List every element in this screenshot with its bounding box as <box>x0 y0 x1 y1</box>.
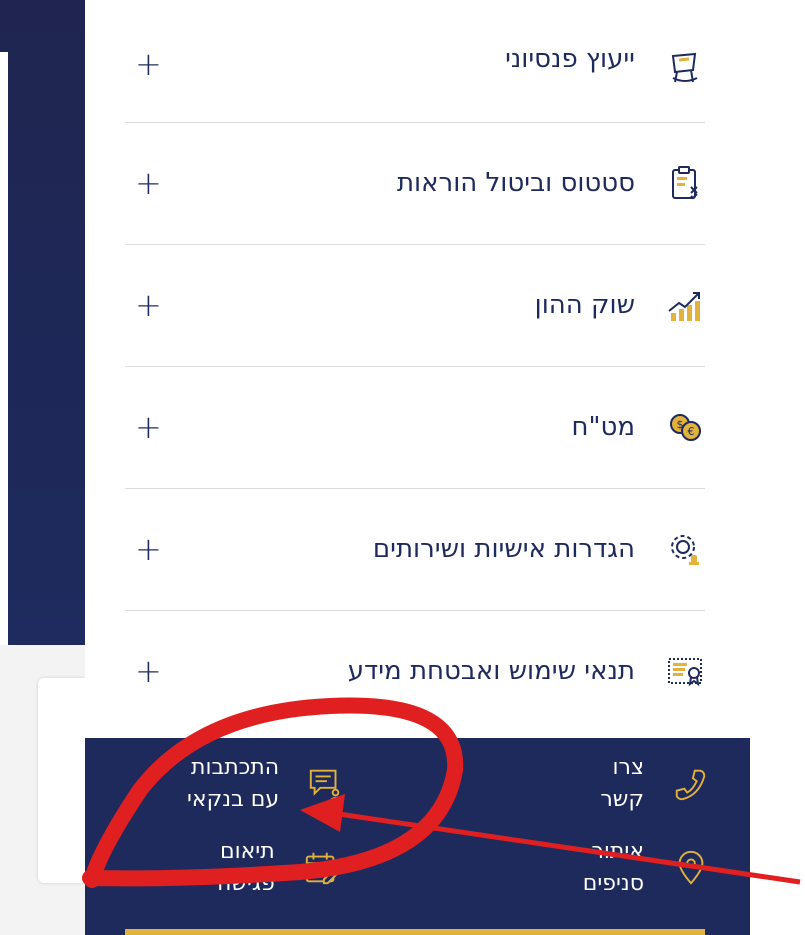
footer-gold-bar <box>125 929 705 935</box>
bottom-action-bar: צרו קשר התכתבות עם בנקאי איתור סניפים תי… <box>85 738 750 935</box>
contact-line1: צרו <box>612 755 644 780</box>
menu-item-pension-advice[interactable]: + ייעוץ פנסיוני <box>125 0 705 123</box>
menu-item-terms[interactable]: + תנאי שימוש ואבטחת מידע <box>125 610 705 732</box>
contact-line2: קשר <box>600 786 644 812</box>
schedule-meeting-button[interactable]: תיאום פגישה <box>217 836 341 900</box>
menu-item-label: מט"ח <box>571 412 635 442</box>
calendar-edit-icon <box>305 852 341 885</box>
background-right <box>750 0 805 935</box>
pension-chair-icon <box>671 52 698 83</box>
branches-label: איתור סניפים <box>583 836 644 900</box>
expand-plus-icon[interactable]: + <box>135 48 162 80</box>
currency-coins-icon: $ € <box>670 414 701 441</box>
clipboard-status-icon <box>672 166 698 200</box>
expand-plus-icon[interactable]: + <box>135 411 162 443</box>
menu-item-label: שוק ההון <box>534 290 635 320</box>
find-branches-button[interactable]: איתור סניפים <box>583 836 710 900</box>
settings-gear-icon <box>671 535 699 565</box>
meeting-label: תיאום פגישה <box>217 836 275 900</box>
menu-item-label: ייעוץ פנסיוני <box>505 44 635 74</box>
chat-line1: התכתבות <box>191 755 280 780</box>
menu-item-settings[interactable]: + הגדרות אישיות ושירותים <box>125 488 705 611</box>
expand-plus-icon[interactable]: + <box>135 533 162 565</box>
menu-item-label: הגדרות אישיות ושירותים <box>372 534 635 564</box>
chat-banker-icon <box>309 769 343 802</box>
chat-line2: עם בנקאי <box>187 786 280 812</box>
menu-item-label: תנאי שימוש ואבטחת מידע <box>347 656 635 686</box>
meeting-line2: פגישה <box>217 870 275 896</box>
expand-plus-icon[interactable]: + <box>135 289 162 321</box>
branches-line1: איתור <box>591 839 645 864</box>
menu-item-order-status[interactable]: + סטטוס וביטול הוראות <box>125 122 705 245</box>
phone-icon <box>675 769 706 801</box>
meeting-line1: תיאום <box>220 839 275 864</box>
menu-item-label: סטטוס וביטול הוראות <box>396 168 635 198</box>
background-card <box>38 678 85 883</box>
menu-item-capital-market[interactable]: + שוק ההון <box>125 244 705 367</box>
chat-with-banker-button[interactable]: התכתבות עם בנקאי <box>187 752 345 816</box>
menu-item-forex[interactable]: + מט"ח $ € <box>125 366 705 489</box>
svg-text:€: € <box>688 425 695 438</box>
contact-us-button[interactable]: צרו קשר <box>600 752 710 816</box>
expand-plus-icon[interactable]: + <box>135 655 162 687</box>
certificate-icon <box>668 658 702 687</box>
stock-chart-icon <box>668 292 700 321</box>
location-pin-icon <box>678 850 704 885</box>
contact-us-label: צרו קשר <box>600 752 644 816</box>
chat-label: התכתבות עם בנקאי <box>187 752 279 816</box>
side-menu: + ייעוץ פנסיוני + סטטוס וביטול הוראות + … <box>85 0 750 738</box>
expand-plus-icon[interactable]: + <box>135 167 162 199</box>
branches-line2: סניפים <box>582 870 644 896</box>
